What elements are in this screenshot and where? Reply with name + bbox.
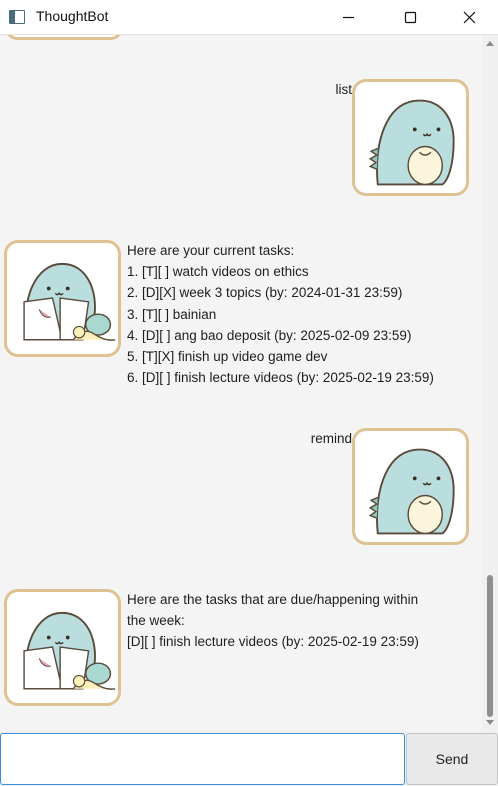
dinosaur-avatar-icon (368, 99, 455, 186)
dinosaur-avatar-icon (368, 448, 455, 535)
bot-message-line: 1. [T][ ] watch videos on ethics (127, 264, 309, 280)
bot-message-text: Here are your current tasks: 1. [T][ ] w… (127, 240, 434, 388)
bot-message-line: [D][ ] finish lecture videos (by: 2025-0… (127, 634, 419, 650)
user-avatar (352, 428, 469, 545)
close-button[interactable] (446, 0, 492, 35)
user-message-text: remind (310, 431, 352, 446)
bot-message-line: 3. [T][ ] bainian (127, 306, 217, 322)
bot-message-line: Here are the tasks that are due/happenin… (127, 592, 419, 607)
bot-dinosaur-snail-avatar-icon (7, 35, 121, 37)
bot-avatar (4, 589, 121, 706)
send-button[interactable]: Send (406, 733, 498, 785)
maximize-button[interactable] (387, 0, 433, 35)
bot-avatar-partial (4, 35, 124, 40)
chat-scroll-area[interactable]: list Here are your current tasks: 1. [T]… (0, 35, 482, 731)
user-message-text: list (335, 82, 353, 97)
bot-dinosaur-snail-avatar-icon (23, 611, 116, 690)
scroll-up-arrow-icon[interactable] (486, 41, 494, 46)
close-icon (463, 11, 475, 24)
bot-message-line: 6. [D][ ] finish lecture videos (by: 202… (127, 370, 434, 386)
bot-avatar (4, 240, 121, 357)
bot-message-text: Here are the tasks that are due/happenin… (127, 589, 419, 653)
chat-scrollbar[interactable] (482, 35, 498, 731)
title-bar: ThoughtBot (0, 0, 498, 35)
scrollbar-thumb[interactable] (487, 575, 493, 717)
bot-message-line: 5. [T][X] finish up video game dev (127, 349, 328, 365)
scroll-down-arrow-icon[interactable] (486, 720, 494, 725)
bot-message-line: 4. [D][ ] ang bao deposit (by: 2025-02-0… (127, 327, 412, 343)
user-avatar (352, 79, 469, 196)
bot-dinosaur-snail-avatar-icon (23, 262, 116, 341)
message-input[interactable] (0, 733, 405, 785)
window-title: ThoughtBot (36, 8, 109, 24)
input-row: Send (0, 731, 498, 786)
bot-message-line: 2. [D][X] week 3 topics (by: 2024-01-31 … (127, 285, 403, 301)
bot-message-line: Here are your current tasks: (127, 243, 295, 258)
app-window-icon (9, 10, 25, 24)
minimize-icon (342, 16, 354, 19)
maximize-icon (404, 11, 416, 24)
minimize-button[interactable] (325, 0, 371, 35)
bot-message-line: the week: (127, 613, 185, 629)
